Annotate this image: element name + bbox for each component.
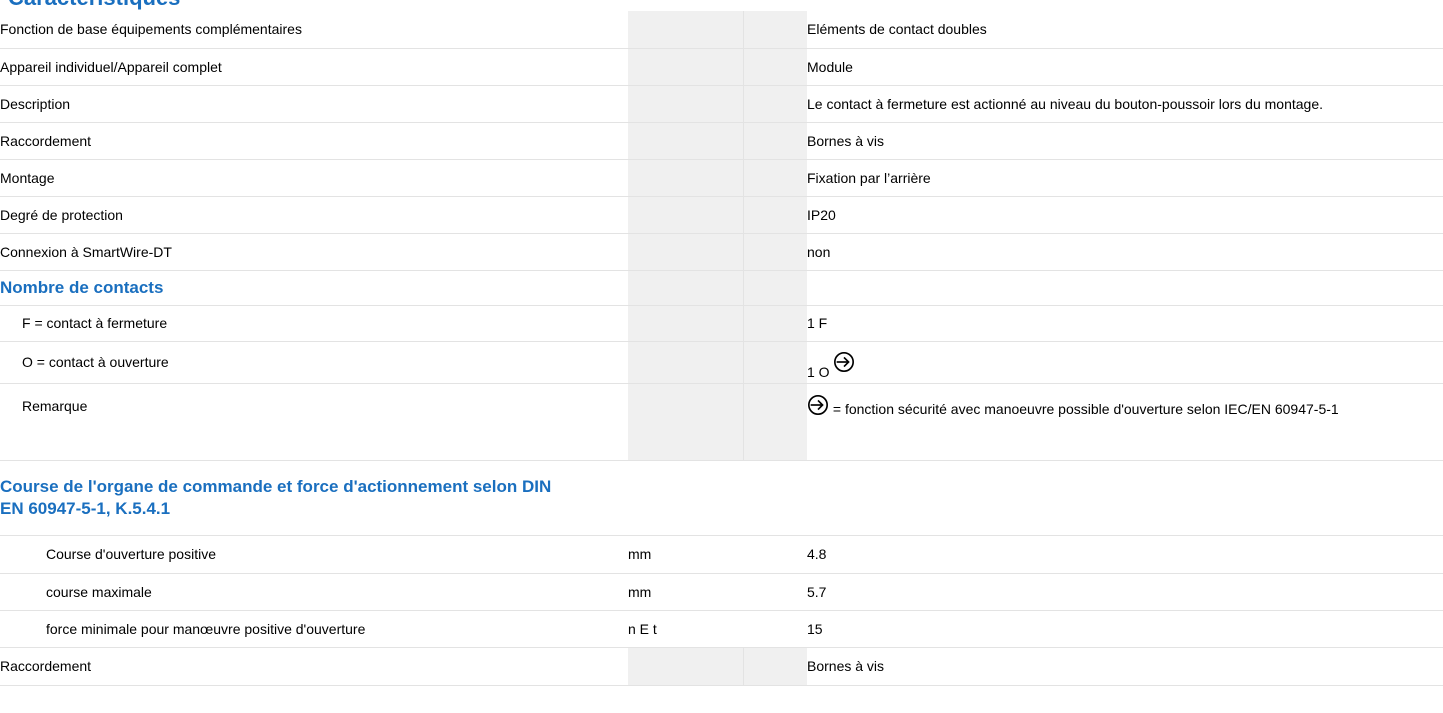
row-label: Appareil individuel/Appareil complet — [0, 48, 628, 86]
row-label: F = contact à fermeture — [0, 305, 628, 342]
row-value-cell: = fonction sécurité avec manoeuvre possi… — [807, 383, 1443, 461]
unit-cell-extra — [743, 647, 807, 686]
row-value: non — [807, 233, 1443, 271]
unit-cell — [628, 270, 744, 306]
row-label: Fonction de base équipements complémenta… — [0, 11, 628, 49]
unit-cell-extra — [743, 305, 807, 342]
table-row: Appareil individuel/Appareil complet Mod… — [0, 48, 1443, 86]
section-heading: Nombre de contacts — [0, 270, 628, 306]
unit-cell — [628, 341, 744, 384]
table-row: Remarque = fonction sécurité avec manoeu… — [0, 383, 1443, 461]
unit-cell — [628, 48, 744, 86]
row-label: Raccordement — [0, 647, 628, 686]
section-heading-row: Course de l'organe de commande et force … — [0, 460, 1443, 536]
positive-opening-symbol-icon — [834, 351, 855, 372]
table-row: course maximale mm 5.7 — [0, 573, 1443, 611]
row-label: Course d'ouverture positive — [0, 535, 628, 574]
table-row: Description Le contact à fermeture est a… — [0, 85, 1443, 123]
table-row: O = contact à ouverture 1 O — [0, 341, 1443, 384]
section-heading-row: Nombre de contacts — [0, 270, 1443, 306]
section-heading: Course de l'organe de commande et force … — [0, 460, 628, 536]
row-label: Connexion à SmartWire-DT — [0, 233, 628, 271]
row-value: 4.8 — [807, 535, 1443, 574]
row-label: Raccordement — [0, 122, 628, 160]
unit-cell: n E t — [628, 610, 807, 648]
row-label: Remarque — [0, 383, 628, 461]
table-row: Raccordement Bornes à vis — [0, 647, 1443, 686]
row-value: 15 — [807, 610, 1443, 648]
row-value: 5.7 — [807, 573, 1443, 611]
row-label: O = contact à ouverture — [0, 341, 628, 384]
table-row: Degré de protection IP20 — [0, 196, 1443, 234]
unit-cell-extra — [743, 341, 807, 384]
unit-cell — [628, 383, 744, 461]
unit-cell — [628, 233, 744, 271]
unit-cell — [628, 159, 744, 197]
row-value-empty — [807, 270, 1443, 306]
row-value: IP20 — [807, 196, 1443, 234]
row-value: Module — [807, 48, 1443, 86]
unit-cell — [628, 122, 744, 160]
unit-cell — [628, 85, 744, 123]
row-value: 1 F — [807, 305, 1443, 342]
unit-cell-extra — [743, 85, 807, 123]
unit-cell-extra — [743, 196, 807, 234]
table-row: Raccordement Bornes à vis — [0, 122, 1443, 160]
row-value: Eléments de contact doubles — [807, 11, 1443, 49]
table-row: Connexion à SmartWire-DT non — [0, 233, 1443, 271]
row-label: Description — [0, 85, 628, 123]
row-value: Bornes à vis — [807, 647, 1443, 686]
unit-cell — [628, 11, 744, 49]
unit-cell — [628, 305, 744, 342]
section-heading-top: Caractéristiques — [8, 0, 180, 11]
row-value-cell: 1 O — [807, 341, 1443, 384]
unit-cell — [628, 460, 743, 536]
row-value: Bornes à vis — [807, 122, 1443, 160]
unit-cell-extra — [743, 460, 807, 536]
positive-opening-symbol-icon — [808, 394, 828, 415]
row-value: 1 O — [807, 363, 830, 380]
spec-page: Caractéristiques Fonction de base équipe… — [0, 0, 1443, 713]
row-value: Le contact à fermeture est actionné au n… — [807, 85, 1443, 123]
unit-cell: mm — [628, 535, 807, 574]
unit-cell-extra — [743, 48, 807, 86]
unit-cell — [628, 647, 744, 686]
row-value: = fonction sécurité avec manoeuvre possi… — [832, 400, 1339, 417]
table-row: force minimale pour manœuvre positive d'… — [0, 610, 1443, 648]
unit-cell: mm — [628, 573, 807, 611]
row-label: Degré de protection — [0, 196, 628, 234]
table-row: Fonction de base équipements complémenta… — [0, 11, 1443, 49]
unit-cell-extra — [743, 233, 807, 271]
unit-cell-extra — [743, 383, 807, 461]
unit-cell — [628, 196, 744, 234]
unit-cell-extra — [743, 159, 807, 197]
table-row: Montage Fixation par l’arrière — [0, 159, 1443, 197]
unit-cell-extra — [743, 11, 807, 49]
table-row: Course d'ouverture positive mm 4.8 — [0, 535, 1443, 574]
table-row: F = contact à fermeture 1 F — [0, 305, 1443, 342]
row-value-empty — [807, 460, 1443, 536]
row-label: force minimale pour manœuvre positive d'… — [0, 610, 628, 648]
spec-table: Fonction de base équipements complémenta… — [0, 11, 1443, 686]
row-label: course maximale — [0, 573, 628, 611]
unit-cell-extra — [743, 270, 807, 306]
row-label: Montage — [0, 159, 628, 197]
row-value: Fixation par l’arrière — [807, 159, 1443, 197]
unit-cell-extra — [743, 122, 807, 160]
